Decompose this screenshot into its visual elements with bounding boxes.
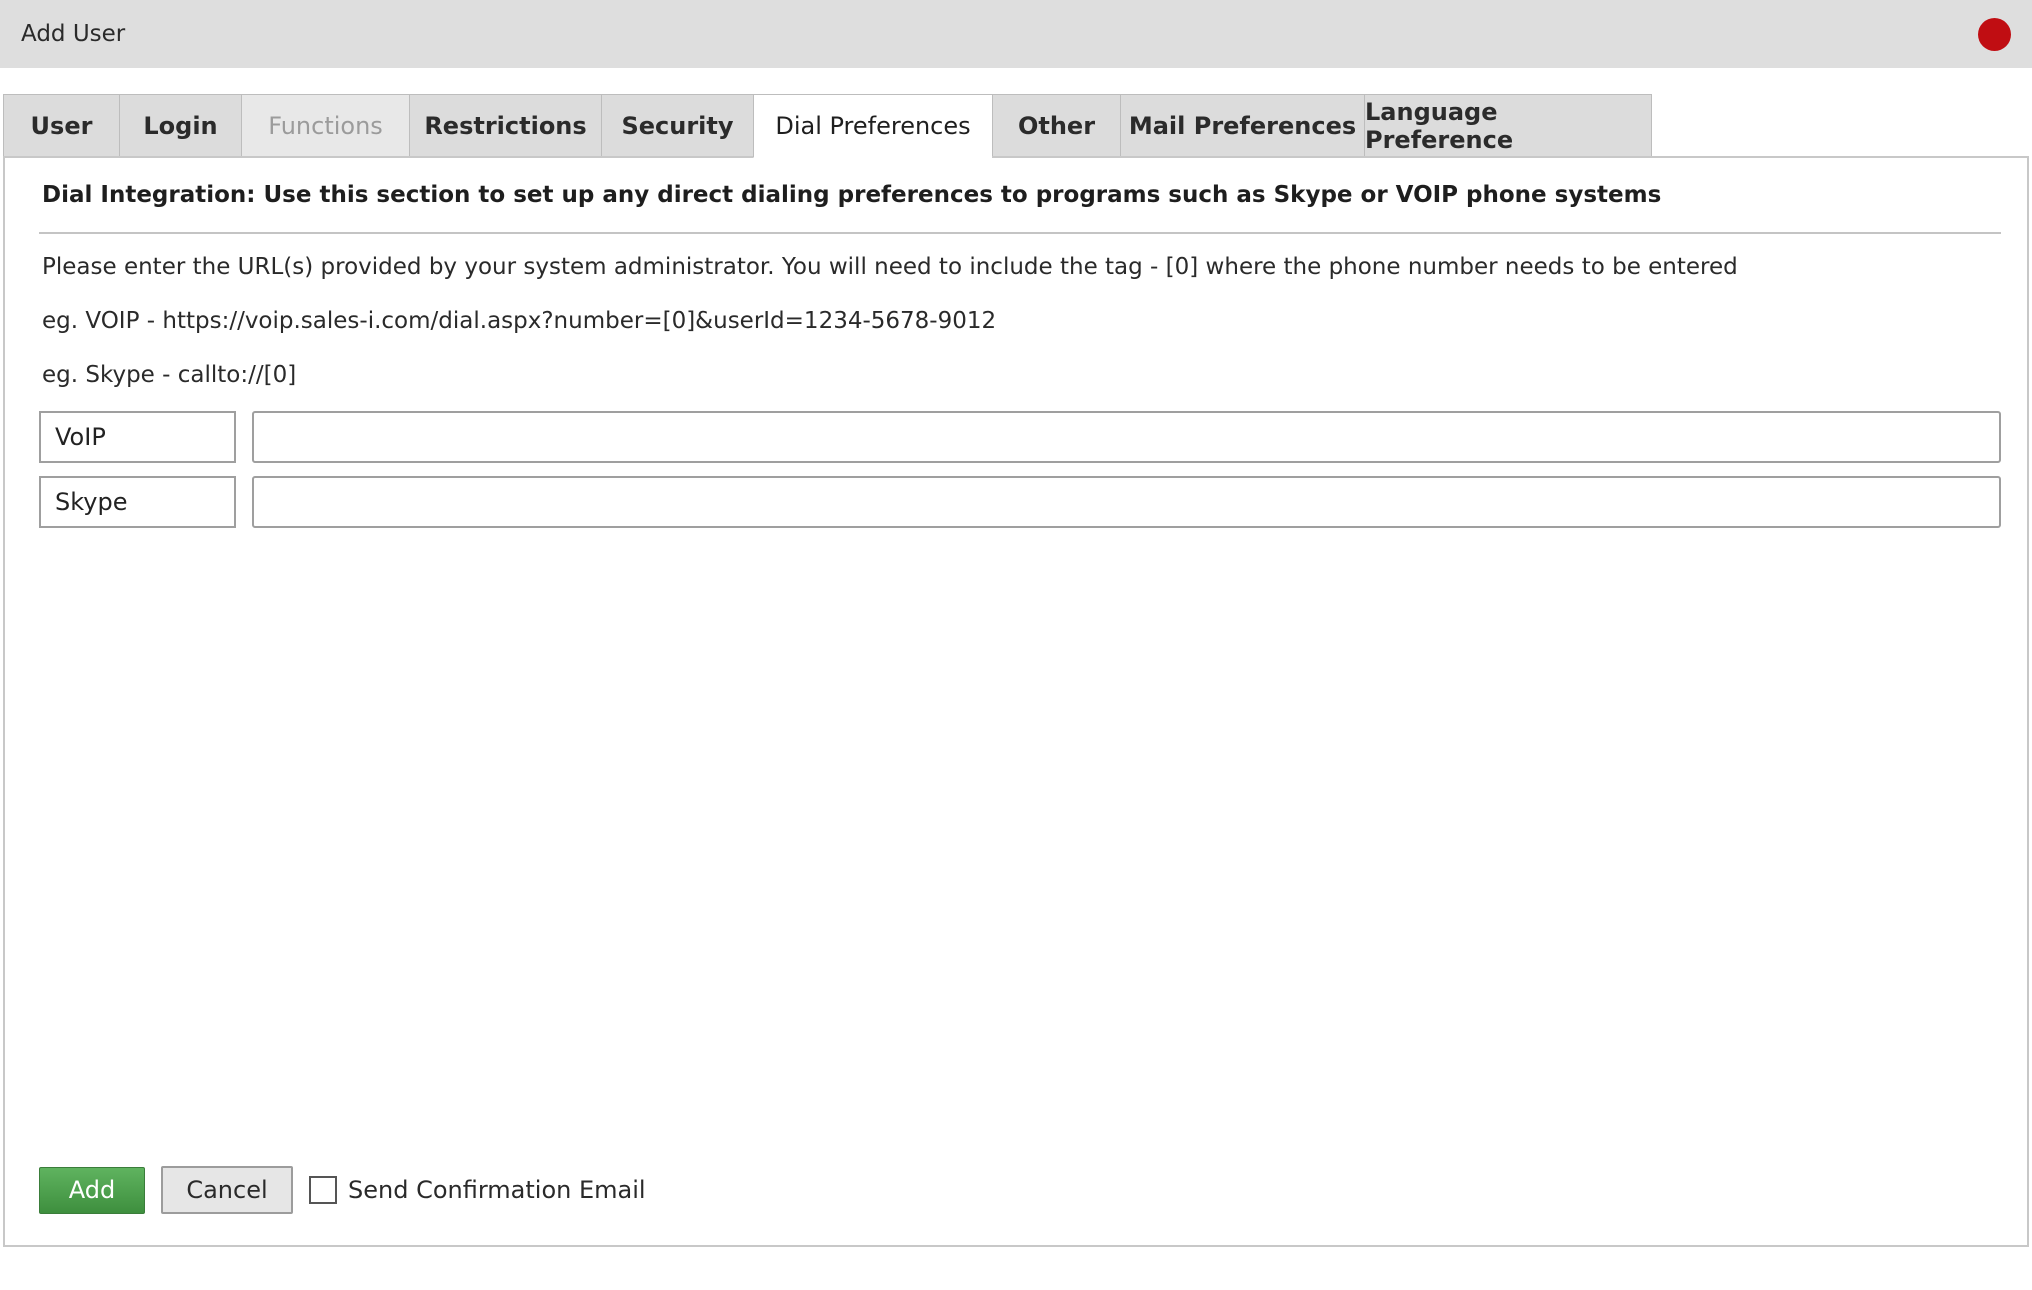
tab-mail-preferences[interactable]: Mail Preferences [1120, 94, 1364, 157]
divider [39, 232, 2001, 234]
tab-functions: Functions [241, 94, 409, 157]
cancel-button[interactable]: Cancel [161, 1166, 293, 1214]
tab-security[interactable]: Security [601, 94, 753, 157]
instructions-text: Please enter the URL(s) provided by your… [42, 254, 1738, 280]
tab-login[interactable]: Login [119, 94, 241, 157]
window-title: Add User [21, 21, 126, 47]
close-icon[interactable] [1978, 17, 2011, 51]
send-confirmation-checkbox[interactable] [309, 1176, 337, 1204]
tab-dial-preferences[interactable]: Dial Preferences [753, 94, 992, 158]
footer-actions: Add Cancel Send Confirmation Email [39, 1166, 646, 1214]
dial-preferences-panel: Dial Integration: Use this section to se… [3, 156, 2029, 1247]
skype-example-text: eg. Skype - callto://[0] [42, 362, 297, 388]
skype-url-input[interactable] [252, 476, 2001, 528]
voip-url-input[interactable] [252, 411, 2001, 463]
tab-bar: User Login Functions Restrictions Securi… [3, 94, 1652, 158]
voip-label: VoIP [39, 411, 236, 463]
tab-other[interactable]: Other [992, 94, 1120, 157]
tab-restrictions[interactable]: Restrictions [409, 94, 601, 157]
voip-row: VoIP [39, 411, 2001, 463]
tab-language-preference[interactable]: Language Preference [1364, 94, 1652, 157]
send-confirmation-label: Send Confirmation Email [348, 1176, 646, 1204]
window-titlebar: Add User [0, 0, 2032, 68]
tab-user[interactable]: User [3, 94, 119, 157]
add-button[interactable]: Add [39, 1166, 145, 1214]
voip-example-text: eg. VOIP - https://voip.sales-i.com/dial… [42, 308, 997, 334]
skype-row: Skype [39, 476, 2001, 528]
skype-label: Skype [39, 476, 236, 528]
section-heading: Dial Integration: Use this section to se… [42, 182, 1662, 208]
